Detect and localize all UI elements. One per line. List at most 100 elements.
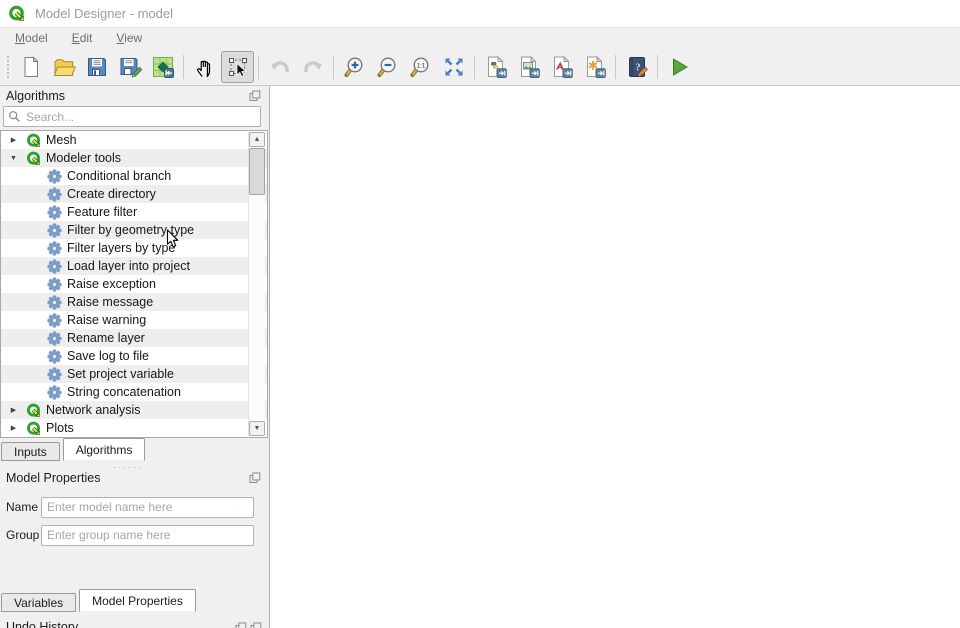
chevron-right-icon[interactable]: ▶ <box>8 406 19 414</box>
tree-item-raise-exception[interactable]: Raise exception <box>1 275 267 293</box>
zoom-in-icon <box>343 55 367 79</box>
search-icon <box>8 110 21 123</box>
export-python-icon <box>484 55 508 79</box>
undo-history-panel-header: Undo History <box>0 617 269 628</box>
gear-icon <box>47 331 62 346</box>
tree-item-load-layer-into-project[interactable]: Load layer into project <box>1 257 267 275</box>
zoom-full-button[interactable] <box>437 51 470 83</box>
undo-button[interactable] <box>263 51 296 83</box>
algorithm-search-box <box>3 106 261 127</box>
toolbar-separator <box>258 55 259 79</box>
zoom-out-button[interactable] <box>371 51 404 83</box>
tree-item-filter-by-geometry-type[interactable]: Filter by geometry type <box>1 221 267 239</box>
toolbar: 1:1 <box>0 48 960 86</box>
name-label: Name <box>6 500 39 514</box>
tree-item-feature-filter[interactable]: Feature filter <box>1 203 267 221</box>
svg-text:1:1: 1:1 <box>416 62 425 69</box>
tree-item-create-directory[interactable]: Create directory <box>1 185 267 203</box>
gear-icon <box>47 187 62 202</box>
tree-item-set-project-variable[interactable]: Set project variable <box>1 365 267 383</box>
svg-text:?: ? <box>635 61 641 73</box>
tab-variables[interactable]: Variables <box>1 593 76 612</box>
model-group-input[interactable] <box>41 525 254 546</box>
scrollbar-thumb[interactable] <box>249 148 265 195</box>
gear-icon <box>47 169 62 184</box>
tab-inputs[interactable]: Inputs <box>1 442 60 461</box>
toolbar-separator <box>333 55 334 79</box>
export-as-pdf-button[interactable] <box>545 51 578 83</box>
tab-model-properties[interactable]: Model Properties <box>79 589 196 612</box>
algorithms-dock-tabs: Inputs Algorithms <box>1 438 148 461</box>
zoom-1-1-icon: 1:1 <box>409 55 433 79</box>
new-file-icon <box>19 55 43 79</box>
menu-edit[interactable]: Edit <box>63 29 102 47</box>
run-model-button[interactable] <box>662 51 695 83</box>
model-canvas[interactable] <box>270 86 960 628</box>
qgis-logo-icon <box>8 5 25 22</box>
new-model-button[interactable] <box>14 51 47 83</box>
pan-tool-button[interactable] <box>188 51 221 83</box>
tree-item-raise-message[interactable]: Raise message <box>1 293 267 311</box>
save-model-in-project-button[interactable] <box>146 51 179 83</box>
save-model-button[interactable] <box>80 51 113 83</box>
window-title: Model Designer - model <box>35 6 173 21</box>
model-name-input[interactable] <box>41 497 254 518</box>
export-as-image-button[interactable] <box>512 51 545 83</box>
chevron-right-icon[interactable]: ▶ <box>8 136 19 144</box>
chevron-right-icon[interactable]: ▶ <box>8 424 19 432</box>
save-icon <box>85 55 109 79</box>
toolbar-separator <box>657 55 658 79</box>
redo-button[interactable] <box>296 51 329 83</box>
tree-item-rename-layer[interactable]: Rename layer <box>1 329 267 347</box>
zoom-actual-button[interactable]: 1:1 <box>404 51 437 83</box>
title-bar: Model Designer - model <box>0 0 960 28</box>
open-model-button[interactable] <box>47 51 80 83</box>
chevron-down-icon[interactable]: ▼ <box>8 155 19 162</box>
gear-icon <box>47 349 62 364</box>
gear-icon <box>47 259 62 274</box>
close-icon[interactable] <box>250 622 262 628</box>
model-properties-title: Model Properties <box>6 471 101 485</box>
float-panel-icon[interactable] <box>235 622 247 628</box>
undo-icon <box>268 55 292 79</box>
menu-model[interactable]: Model <box>6 29 57 47</box>
scroll-up-icon[interactable]: ▲ <box>249 132 265 147</box>
toolbar-grip[interactable] <box>5 54 11 80</box>
tree-item-string-concatenation[interactable]: String concatenation <box>1 383 267 401</box>
menu-view[interactable]: View <box>107 29 151 47</box>
save-model-as-button[interactable] <box>113 51 146 83</box>
group-label: Group <box>6 528 39 542</box>
export-as-svg-button[interactable] <box>578 51 611 83</box>
tree-scrollbar[interactable]: ▲ ▼ <box>248 132 265 436</box>
tree-group-network-analysis[interactable]: ▶ Network analysis <box>1 401 267 419</box>
open-folder-icon <box>52 55 76 79</box>
float-panel-icon[interactable] <box>249 472 261 484</box>
tree-item-save-log-to-file[interactable]: Save log to file <box>1 347 267 365</box>
tree-group-modeler-tools[interactable]: ▼ Modeler tools <box>1 149 267 167</box>
toolbar-separator <box>474 55 475 79</box>
export-pdf-icon <box>550 55 574 79</box>
algorithms-panel-header: Algorithms <box>0 86 269 106</box>
export-image-icon <box>517 55 541 79</box>
help-button[interactable]: ? <box>620 51 653 83</box>
save-as-icon <box>118 55 142 79</box>
qgis-group-icon <box>26 133 41 148</box>
scroll-down-icon[interactable]: ▼ <box>249 421 265 436</box>
properties-dock-tabs: Variables Model Properties <box>1 589 199 612</box>
tree-item-raise-warning[interactable]: Raise warning <box>1 311 267 329</box>
model-name-row: Name <box>0 496 269 518</box>
export-as-python-button[interactable] <box>479 51 512 83</box>
search-input[interactable] <box>26 110 260 124</box>
float-panel-icon[interactable] <box>249 90 261 102</box>
tree-item-filter-layers-by-type[interactable]: Filter layers by type <box>1 239 267 257</box>
tree-item-conditional-branch[interactable]: Conditional branch <box>1 167 267 185</box>
gear-icon <box>47 313 62 328</box>
tree-group-plots[interactable]: ▶ Plots <box>1 419 267 437</box>
tree-group-mesh[interactable]: ▶ Mesh <box>1 131 267 149</box>
select-tool-button[interactable] <box>221 51 254 83</box>
zoom-in-button[interactable] <box>338 51 371 83</box>
tab-algorithms[interactable]: Algorithms <box>63 438 146 461</box>
gear-icon <box>47 277 62 292</box>
left-dock-area: Algorithms ▶ Mesh ▼ Modeler tools <box>0 86 270 628</box>
gear-icon <box>47 367 62 382</box>
